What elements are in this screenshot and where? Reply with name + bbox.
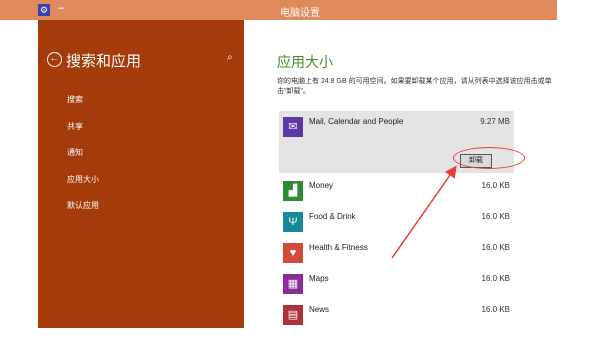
annotation-arrow [391,165,457,259]
